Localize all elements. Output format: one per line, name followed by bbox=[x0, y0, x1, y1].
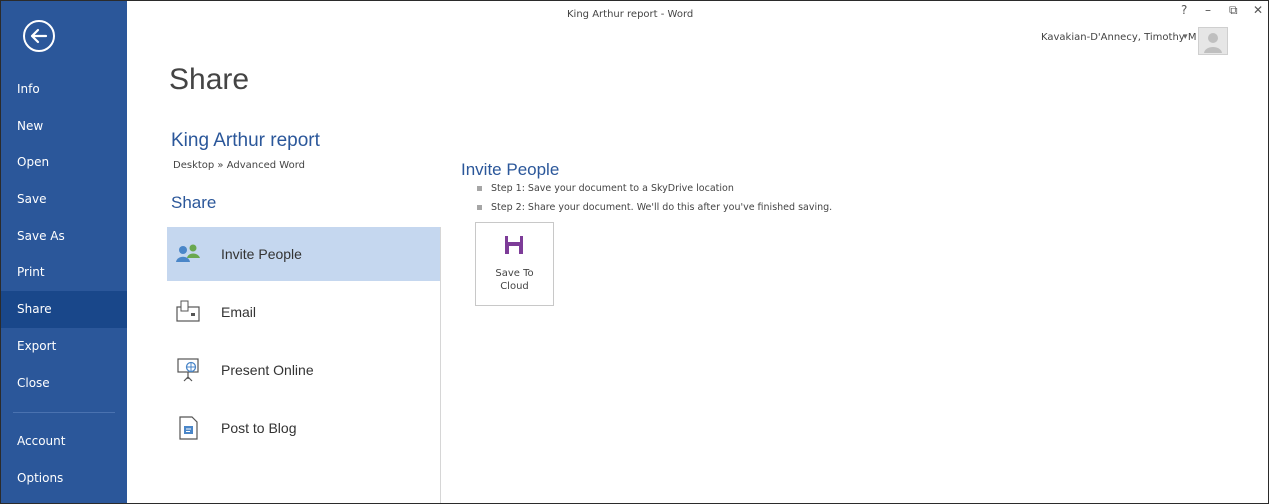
help-button[interactable]: ? bbox=[1181, 3, 1187, 17]
step-text: Step 2: Share your document. We'll do th… bbox=[491, 202, 833, 213]
nav-list: Info New Open Save Save As Print Share E… bbox=[1, 71, 127, 401]
bullet-icon bbox=[477, 186, 482, 191]
step-item: Step 1: Save your document to a SkyDrive… bbox=[477, 179, 832, 198]
nav-item-account[interactable]: Account bbox=[1, 423, 127, 460]
save-to-cloud-label: Save To Cloud bbox=[476, 267, 553, 293]
nav-item-save-as[interactable]: Save As bbox=[1, 218, 127, 255]
nav-item-new[interactable]: New bbox=[1, 108, 127, 145]
nav-item-close[interactable]: Close bbox=[1, 365, 127, 402]
nav-item-open[interactable]: Open bbox=[1, 144, 127, 181]
save-to-cloud-button[interactable]: Save To Cloud bbox=[475, 222, 554, 306]
window-controls: ? – ⧉ ✕ bbox=[1179, 3, 1268, 18]
option-label: Email bbox=[221, 304, 257, 320]
backstage-window: Info New Open Save Save As Print Share E… bbox=[0, 0, 1269, 504]
step-text: Step 1: Save your document to a SkyDrive… bbox=[491, 183, 734, 194]
post-to-blog-icon bbox=[179, 416, 198, 440]
nav-item-options[interactable]: Options bbox=[1, 460, 127, 497]
step-item: Step 2: Share your document. We'll do th… bbox=[477, 198, 832, 217]
share-option-present-online[interactable]: Present Online bbox=[167, 343, 440, 401]
share-option-post-to-blog[interactable]: Post to Blog bbox=[167, 401, 440, 459]
document-path: Desktop » Advanced Word bbox=[173, 160, 305, 171]
present-online-icon bbox=[177, 358, 199, 382]
minimize-button[interactable]: – bbox=[1205, 3, 1211, 17]
nav-divider bbox=[13, 412, 115, 413]
option-label: Invite People bbox=[221, 246, 302, 262]
avatar[interactable] bbox=[1198, 27, 1228, 55]
nav-item-export[interactable]: Export bbox=[1, 328, 127, 365]
nav-item-save[interactable]: Save bbox=[1, 181, 127, 218]
save-to-cloud-line2: Cloud bbox=[500, 281, 529, 292]
user-silhouette-icon bbox=[1204, 33, 1222, 53]
user-menu-arrow-icon[interactable]: ▾ bbox=[1183, 31, 1188, 42]
share-options-list: Invite People Email Present Online Post … bbox=[167, 227, 440, 459]
page-title: Share bbox=[169, 63, 250, 96]
nav-item-share[interactable]: Share bbox=[1, 291, 127, 328]
nav-item-info[interactable]: Info bbox=[1, 71, 127, 108]
email-icon bbox=[176, 300, 200, 322]
option-label: Present Online bbox=[221, 362, 314, 378]
nav-bottom-list: Account Options bbox=[1, 423, 127, 496]
vertical-divider bbox=[440, 227, 441, 503]
back-arrow-icon bbox=[23, 20, 55, 52]
nav-item-print[interactable]: Print bbox=[1, 254, 127, 291]
close-button[interactable]: ✕ bbox=[1253, 3, 1263, 17]
backstage-nav: Info New Open Save Save As Print Share E… bbox=[1, 1, 127, 503]
save-disk-icon bbox=[505, 236, 523, 254]
save-to-cloud-line1: Save To bbox=[495, 268, 534, 279]
back-button[interactable] bbox=[22, 19, 56, 53]
invite-people-heading: Invite People bbox=[461, 160, 560, 179]
option-label: Post to Blog bbox=[221, 420, 297, 436]
share-option-invite-people[interactable]: Invite People bbox=[167, 227, 440, 281]
invite-people-icon bbox=[176, 244, 200, 262]
share-option-email[interactable]: Email bbox=[167, 285, 440, 343]
bullet-icon bbox=[477, 205, 482, 210]
user-name[interactable]: Kavakian-D'Annecy, Timothy M bbox=[1041, 32, 1197, 43]
window-title: King Arthur report - Word bbox=[567, 9, 694, 20]
restore-button[interactable]: ⧉ bbox=[1229, 3, 1238, 18]
document-name: King Arthur report bbox=[171, 130, 320, 151]
steps-list: Step 1: Save your document to a SkyDrive… bbox=[477, 179, 832, 217]
share-heading: Share bbox=[171, 193, 217, 212]
